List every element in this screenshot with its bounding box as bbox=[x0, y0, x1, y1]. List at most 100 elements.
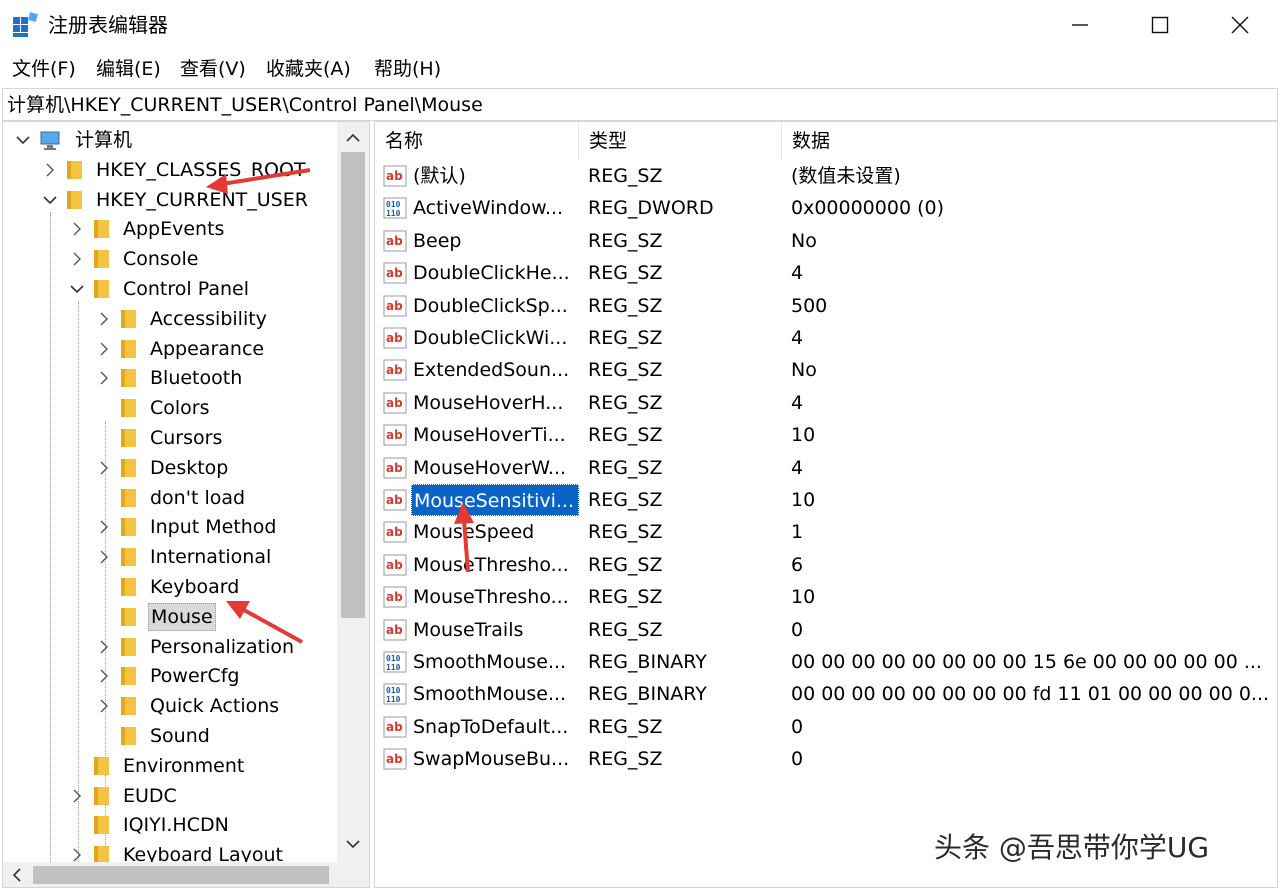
tree-item[interactable]: don't load bbox=[94, 483, 247, 513]
value-row[interactable]: ab MouseHoverW... REG_SZ 4 bbox=[375, 452, 1275, 484]
chevron-right-icon[interactable] bbox=[94, 637, 114, 657]
menu-view[interactable]: 查看(V) bbox=[178, 56, 248, 82]
tree-scroll-thumb[interactable] bbox=[341, 152, 365, 618]
svg-text:010: 010 bbox=[386, 200, 401, 209]
tree-vertical-scrollbar[interactable] bbox=[337, 122, 369, 862]
menu-edit[interactable]: 编辑(E) bbox=[94, 56, 163, 82]
chevron-right-icon[interactable] bbox=[94, 696, 114, 716]
string-value-icon: ab bbox=[383, 424, 407, 446]
tree-item[interactable]: Mouse bbox=[94, 602, 216, 632]
tree-item[interactable]: Accessibility bbox=[94, 304, 269, 334]
tree-item-label: Bluetooth bbox=[150, 367, 243, 390]
scroll-up-icon[interactable] bbox=[343, 128, 363, 148]
tree-item[interactable]: Cursors bbox=[94, 423, 224, 453]
menu-help[interactable]: 帮助(H) bbox=[372, 56, 443, 82]
value-row[interactable]: ab Beep REG_SZ No bbox=[375, 225, 1275, 257]
value-row[interactable]: ab DoubleClickSp... REG_SZ 500 bbox=[375, 290, 1275, 322]
string-value-icon: ab bbox=[383, 489, 407, 511]
chevron-right-icon[interactable] bbox=[94, 458, 114, 478]
value-type: REG_DWORD bbox=[588, 197, 714, 220]
value-row[interactable]: ab (默认) REG_SZ (数值未设置) bbox=[375, 160, 1275, 192]
chevron-right-icon[interactable] bbox=[94, 517, 114, 537]
tree-item[interactable]: Input Method bbox=[94, 512, 279, 542]
value-row[interactable]: ab MouseThresho... REG_SZ 6 bbox=[375, 549, 1275, 581]
string-value-icon: ab bbox=[383, 327, 407, 349]
tree-item[interactable]: PowerCfg bbox=[94, 661, 241, 691]
column-header-name[interactable]: 名称 bbox=[375, 122, 579, 160]
value-row[interactable]: 010 110 ActiveWindow... REG_DWORD 0x00000000… bbox=[375, 192, 1275, 224]
chevron-down-icon[interactable] bbox=[40, 190, 60, 210]
tree-item[interactable]: International bbox=[94, 542, 273, 572]
value-row[interactable]: ab SwapMouseBu... REG_SZ 0 bbox=[375, 743, 1275, 775]
key-tree-pane[interactable]: 计算机 HKEY_CLASSES_ROOT HKEY_CURRENT_USER App… bbox=[2, 121, 370, 888]
tree-item[interactable]: Console bbox=[67, 244, 200, 274]
tree-item[interactable]: Quick Actions bbox=[94, 691, 281, 721]
tree-item[interactable]: EUDC bbox=[67, 781, 179, 811]
value-row[interactable]: ab MouseHoverH... REG_SZ 4 bbox=[375, 387, 1275, 419]
tree-item[interactable]: Colors bbox=[94, 393, 212, 423]
menu-favorites[interactable]: 收藏夹(A) bbox=[264, 56, 353, 82]
value-row[interactable]: ab MouseHoverTi... REG_SZ 10 bbox=[375, 419, 1275, 451]
tree-horizontal-scrollbar[interactable] bbox=[3, 862, 337, 887]
scroll-left-icon[interactable] bbox=[7, 865, 27, 885]
chevron-right-icon[interactable] bbox=[94, 666, 114, 686]
title-bar: 注册表编辑器 bbox=[0, 0, 1280, 50]
folder-icon bbox=[120, 726, 138, 746]
value-row[interactable]: ab ExtendedSoun... REG_SZ No bbox=[375, 354, 1275, 386]
tree-item[interactable]: AppEvents bbox=[67, 214, 226, 244]
tree-item[interactable]: Appearance bbox=[94, 334, 266, 364]
values-list-pane[interactable]: 名称 类型 数据 ab (默认) REG_SZ (数值未设置) 010 110 Active… bbox=[374, 121, 1278, 888]
chevron-right-icon[interactable] bbox=[67, 786, 87, 806]
minimize-button[interactable] bbox=[1040, 0, 1120, 50]
tree-item[interactable]: Environment bbox=[67, 751, 246, 781]
value-row[interactable]: 010 110 SmoothMouse... REG_BINARY 00 00 00 0… bbox=[375, 646, 1275, 678]
value-row[interactable]: ab DoubleClickWi... REG_SZ 4 bbox=[375, 322, 1275, 354]
value-row[interactable]: ab MouseThresho... REG_SZ 10 bbox=[375, 581, 1275, 613]
tree-item[interactable]: HKEY_CLASSES_ROOT bbox=[40, 155, 308, 185]
folder-icon bbox=[120, 577, 138, 597]
regedit-app-icon bbox=[13, 12, 38, 37]
tree-item[interactable]: Control Panel bbox=[67, 274, 251, 304]
chevron-right-icon[interactable] bbox=[67, 219, 87, 239]
tree-item[interactable]: Desktop bbox=[94, 453, 230, 483]
column-header-data[interactable]: 数据 bbox=[782, 122, 1277, 160]
folder-icon bbox=[120, 607, 138, 627]
tree-item[interactable]: IQIYI.HCDN bbox=[67, 810, 231, 840]
tree-item[interactable]: Personalization bbox=[94, 632, 296, 662]
folder-icon bbox=[66, 160, 84, 180]
chevron-right-icon[interactable] bbox=[40, 160, 60, 180]
value-row[interactable]: 010 110 SmoothMouse... REG_BINARY 00 00 00 0… bbox=[375, 678, 1275, 710]
address-bar[interactable]: 计算机\HKEY_CURRENT_USER\Control Panel\Mous… bbox=[2, 88, 1278, 121]
string-value-icon: ab bbox=[383, 392, 407, 414]
svg-text:ab: ab bbox=[386, 428, 403, 442]
chevron-right-icon[interactable] bbox=[94, 309, 114, 329]
value-row[interactable]: ab SnapToDefault... REG_SZ 0 bbox=[375, 711, 1275, 743]
chevron-right-icon[interactable] bbox=[94, 368, 114, 388]
chevron-down-icon[interactable] bbox=[13, 130, 33, 150]
value-row[interactable]: ab MouseSensitivi... REG_SZ 10 bbox=[375, 484, 1275, 516]
scroll-down-icon[interactable] bbox=[343, 834, 363, 854]
maximize-button[interactable] bbox=[1120, 0, 1200, 50]
chevron-right-icon[interactable] bbox=[94, 547, 114, 567]
chevron-right-icon[interactable] bbox=[67, 249, 87, 269]
close-button[interactable] bbox=[1200, 0, 1280, 50]
value-name: SmoothMouse... bbox=[413, 651, 567, 673]
value-row[interactable]: ab MouseTrails REG_SZ 0 bbox=[375, 614, 1275, 646]
tree-item[interactable]: HKEY_CURRENT_USER bbox=[40, 185, 310, 215]
chevron-right-icon[interactable] bbox=[94, 339, 114, 359]
value-row[interactable]: ab DoubleClickHe... REG_SZ 4 bbox=[375, 257, 1275, 289]
column-header-type[interactable]: 类型 bbox=[579, 122, 782, 160]
tree-item[interactable]: Bluetooth bbox=[94, 363, 244, 393]
tree-item[interactable]: Keyboard bbox=[94, 572, 241, 602]
tree-hscroll-thumb[interactable] bbox=[33, 866, 329, 884]
address-path[interactable]: 计算机\HKEY_CURRENT_USER\Control Panel\Mous… bbox=[7, 92, 483, 118]
tree-item[interactable]: Sound bbox=[94, 721, 212, 751]
value-type: REG_SZ bbox=[588, 521, 663, 544]
tree-item[interactable]: 计算机 bbox=[13, 125, 134, 155]
chevron-down-icon[interactable] bbox=[67, 279, 87, 299]
menu-file[interactable]: 文件(F) bbox=[10, 56, 78, 82]
value-row[interactable]: ab MouseSpeed REG_SZ 1 bbox=[375, 516, 1275, 548]
svg-text:ab: ab bbox=[386, 461, 403, 475]
